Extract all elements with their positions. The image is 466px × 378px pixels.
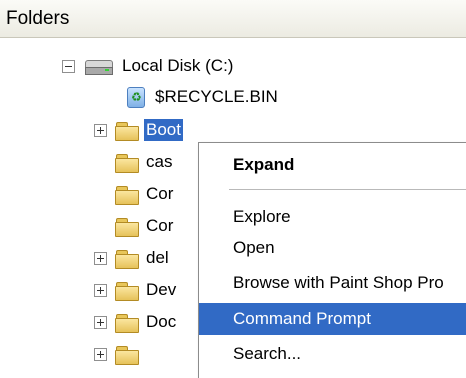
folder-icon xyxy=(115,153,139,173)
menu-item-label: Expand xyxy=(233,155,295,174)
tree-item-label: Cor xyxy=(146,216,174,235)
recycle-bin-icon: ♻ xyxy=(125,85,147,109)
tree-item-local-disk[interactable]: Local Disk (C:) xyxy=(62,51,235,81)
folder-icon xyxy=(115,249,139,269)
folders-panel-header: Folders xyxy=(0,0,466,38)
tree-item-label: Cor xyxy=(146,184,174,203)
tree-item-label: Dev xyxy=(146,280,177,299)
tree-item-label: $RECYCLE.BIN xyxy=(155,87,278,106)
tree-item-boot[interactable]: Boot xyxy=(94,115,183,145)
expand-icon[interactable] xyxy=(94,315,107,329)
folder-icon xyxy=(115,217,139,237)
tree-item-del[interactable]: del xyxy=(94,243,171,273)
folder-icon xyxy=(115,281,139,301)
menu-item-browse-paint-shop[interactable]: Browse with Paint Shop Pro xyxy=(199,267,466,297)
tree-item-doc[interactable]: Doc xyxy=(94,307,178,337)
tree-item-label: cas xyxy=(146,152,173,171)
tree-item-label: Boot xyxy=(144,119,183,141)
menu-separator xyxy=(229,189,466,190)
tree-item-label: Doc xyxy=(146,312,177,331)
tree-item-dev[interactable]: Dev xyxy=(94,275,178,305)
tree-item-recycle-bin[interactable]: ♻ $RECYCLE.BIN xyxy=(125,82,280,112)
menu-item-label: Open xyxy=(233,238,275,257)
menu-item-expand[interactable]: Expand xyxy=(199,149,466,179)
folder-icon xyxy=(115,345,139,365)
expand-icon[interactable] xyxy=(94,347,107,361)
menu-item-label: Command Prompt xyxy=(233,309,371,328)
tree-item-cor-1[interactable]: Cor xyxy=(94,179,175,209)
menu-item-search[interactable]: Search... xyxy=(199,338,466,368)
menu-item-label: Search... xyxy=(233,344,302,363)
expand-icon[interactable] xyxy=(94,283,107,297)
context-menu: Expand Explore Open Browse with Paint Sh… xyxy=(198,142,466,378)
tree-item-cas[interactable]: cas xyxy=(94,147,174,177)
tree-item-partial[interactable] xyxy=(94,339,144,369)
menu-item-explore[interactable]: Explore xyxy=(199,201,466,231)
folder-icon xyxy=(115,313,139,333)
expand-icon[interactable] xyxy=(94,251,107,265)
menu-item-label: Browse with Paint Shop Pro xyxy=(233,273,444,292)
hard-disk-icon xyxy=(83,57,115,75)
collapse-icon[interactable] xyxy=(62,59,75,73)
menu-item-command-prompt[interactable]: Command Prompt xyxy=(199,303,466,335)
panel-title: Folders xyxy=(6,8,70,29)
folder-icon xyxy=(115,185,139,205)
tree-item-label: Local Disk (C:) xyxy=(122,56,234,75)
tree-item-cor-2[interactable]: Cor xyxy=(94,211,175,241)
tree-item-label: del xyxy=(146,248,169,267)
menu-item-label: Explore xyxy=(233,207,291,226)
expand-icon[interactable] xyxy=(94,123,107,137)
folder-icon xyxy=(115,121,139,141)
menu-item-open[interactable]: Open xyxy=(199,232,466,262)
